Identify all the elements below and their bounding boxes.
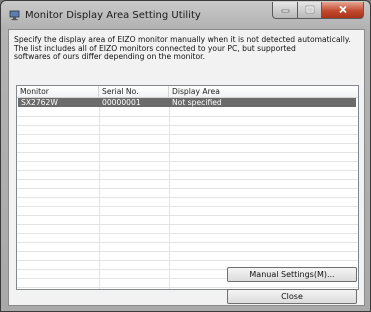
minimize-icon <box>281 6 290 15</box>
cell-monitor: SX2762W <box>21 98 58 107</box>
description-line: softwares of ours differ depending on th… <box>14 52 205 62</box>
list-header: Monitor Serial No. Display Area <box>17 86 358 98</box>
window-title: Monitor Display Area Setting Utility <box>25 10 201 21</box>
description-text: Specify the display area of EIZO monitor… <box>14 35 359 62</box>
dialog-body: Specify the display area of EIZO monitor… <box>8 29 365 306</box>
window-controls <box>272 2 364 19</box>
maximize-icon <box>305 5 315 16</box>
close-window-button[interactable] <box>322 2 364 19</box>
monitor-app-icon <box>9 10 20 21</box>
cell-display-area: Not specified <box>172 98 222 107</box>
title-bar[interactable]: Monitor Display Area Setting Utility <box>1 1 370 29</box>
column-divider <box>169 98 170 289</box>
manual-settings-button[interactable]: Manual Settings(M)... <box>227 267 357 282</box>
list-gridlines <box>17 108 358 289</box>
table-row[interactable]: SX2762W 00000001 Not specified <box>18 98 356 107</box>
utility-window: Monitor Display Area Setting Utility Spe… <box>0 0 371 312</box>
minimize-button[interactable] <box>272 2 298 19</box>
column-divider <box>99 98 100 289</box>
maximize-button[interactable] <box>298 2 322 19</box>
close-icon <box>338 5 348 16</box>
monitor-list[interactable]: Monitor Serial No. Display Area SX2762W … <box>16 85 359 290</box>
close-button[interactable]: Close <box>227 289 357 304</box>
column-header-monitor[interactable]: Monitor <box>17 86 99 97</box>
cell-serial: 00000001 <box>102 98 141 107</box>
column-header-display-area[interactable]: Display Area <box>169 86 358 97</box>
column-header-serial[interactable]: Serial No. <box>99 86 169 97</box>
